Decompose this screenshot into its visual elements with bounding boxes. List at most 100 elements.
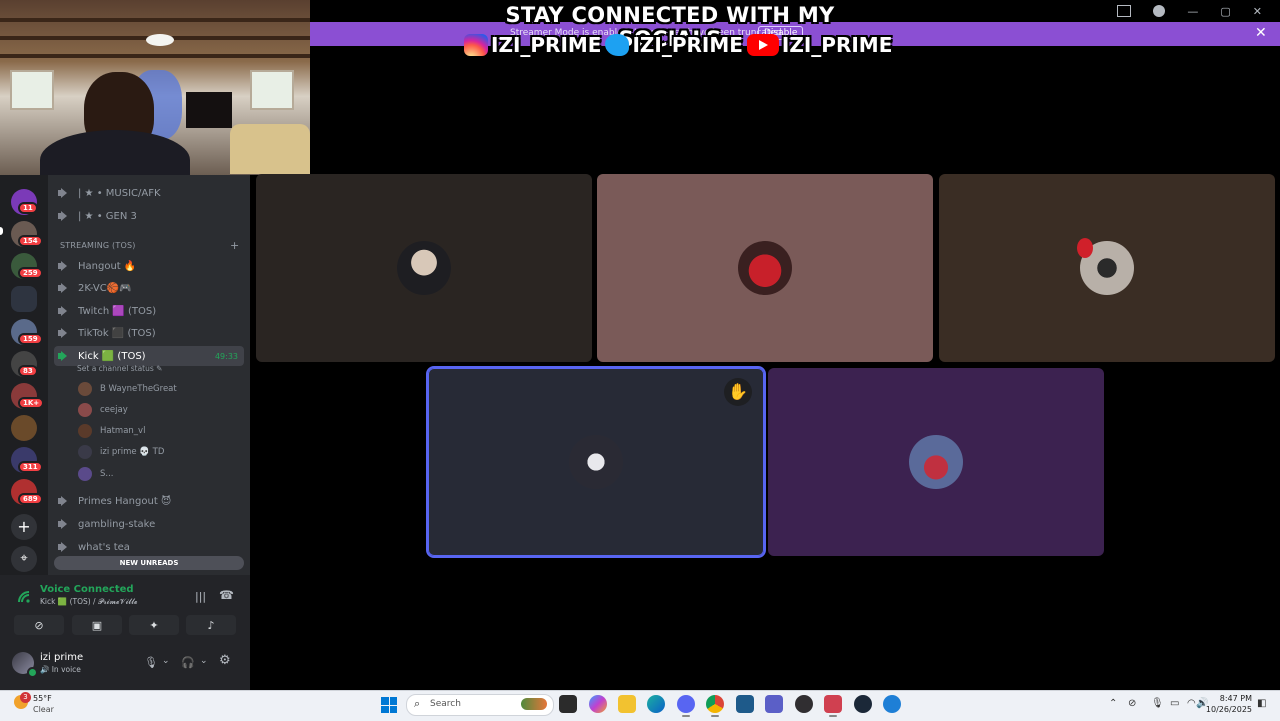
disconnect-icon[interactable]: ☎ — [219, 588, 234, 602]
display-icon[interactable]: ▭ — [1170, 698, 1179, 709]
activities-button[interactable]: ✦ — [129, 615, 179, 635]
avatar — [78, 382, 92, 396]
headset-icon[interactable]: 🎧 — [181, 656, 195, 669]
participant-tile[interactable] — [768, 368, 1104, 556]
channel-gambling-stake[interactable]: gambling-stake — [54, 514, 244, 534]
start-button[interactable] — [381, 697, 397, 713]
soundboard-button[interactable]: ♪ — [186, 615, 236, 635]
chevron-down-icon[interactable]: ⌄ — [200, 656, 208, 666]
youtube-icon — [746, 34, 779, 56]
new-unreads-button[interactable]: NEW UNREADS — [54, 556, 244, 570]
signal-icon[interactable] — [17, 590, 31, 604]
speaker-icon — [58, 283, 70, 293]
server-badge: 689 — [18, 493, 43, 505]
teams-icon[interactable] — [765, 695, 783, 713]
social-handle: IZI_PRIME — [632, 33, 743, 57]
channel-list: | ★ • MUSIC/AFK | ★ • GEN 3 STREAMING (T… — [48, 175, 250, 575]
edge-icon[interactable] — [647, 695, 665, 713]
social-youtube: IZI_PRIME — [746, 33, 892, 57]
voice-member[interactable]: Hatman_vl — [78, 422, 145, 440]
voice-member[interactable]: ceejay — [78, 401, 128, 419]
avatar — [78, 467, 92, 481]
social-handle: IZI_PRIME — [491, 33, 602, 57]
microphone-icon[interactable]: 🎙 — [1151, 698, 1164, 709]
help-icon[interactable] — [1153, 5, 1166, 17]
voice-connected-title[interactable]: Voice Connected — [40, 584, 134, 595]
channel-gen-3[interactable]: | ★ • GEN 3 — [54, 206, 244, 226]
voice-member[interactable]: S... — [78, 465, 114, 483]
app-icon[interactable] — [883, 695, 901, 713]
speaker-icon — [58, 188, 70, 198]
participant-tile-speaking[interactable] — [426, 366, 766, 558]
channel-music-afk[interactable]: | ★ • MUSIC/AFK — [54, 183, 244, 203]
task-view-icon[interactable] — [559, 695, 577, 713]
server-badge: 1K+ — [18, 397, 45, 409]
channel-hangout[interactable]: Hangout 🔥 — [54, 256, 244, 276]
speaker-icon — [58, 519, 70, 529]
chevron-up-icon[interactable]: ⌃ — [1109, 698, 1117, 709]
screen-icon[interactable] — [1117, 5, 1132, 17]
discord-icon[interactable] — [677, 695, 695, 713]
add-server-button[interactable]: + — [11, 514, 37, 540]
weather-description[interactable]: Clear — [33, 705, 54, 714]
search-label: Search — [430, 699, 461, 709]
screen-share-button[interactable]: ▣ — [72, 615, 122, 635]
avatar — [78, 424, 92, 438]
speaker-icon — [58, 306, 70, 316]
raised-hand-icon: ✋ — [724, 378, 752, 406]
chrome-icon[interactable] — [706, 695, 724, 713]
maximize-button[interactable]: ▢ — [1220, 5, 1230, 18]
notifications-icon[interactable]: ◧ — [1257, 698, 1266, 709]
channel-2k-vc[interactable]: 2K-VC🏀🎮 — [54, 278, 244, 298]
server-badge: 83 — [18, 365, 38, 377]
no-location-icon[interactable]: ⊘ — [1128, 698, 1136, 709]
window-controls: — ▢ ✕ — [1117, 0, 1280, 22]
folder-icon[interactable] — [11, 286, 37, 312]
participant-tile[interactable] — [939, 174, 1275, 362]
channel-tiktok[interactable]: TikTok ⬛ (TOS) — [54, 323, 244, 343]
speaker-icon — [58, 261, 70, 271]
close-window-button[interactable]: ✕ — [1253, 5, 1262, 18]
minimize-button[interactable]: — — [1187, 5, 1198, 18]
participant-tile[interactable] — [256, 174, 592, 362]
microphone-icon[interactable]: 🎙 — [144, 656, 158, 669]
chevron-down-icon[interactable]: ⌄ — [162, 656, 170, 666]
username[interactable]: izi prime — [40, 652, 83, 663]
server-badge: 159 — [18, 333, 43, 345]
server-icon[interactable] — [11, 415, 37, 441]
voice-member[interactable]: B WayneTheGreat — [78, 380, 177, 398]
camera-off-button[interactable]: ⊘ — [14, 615, 64, 635]
social-instagram: IZI_PRIME — [464, 33, 601, 57]
avatar — [909, 435, 963, 489]
search-highlight-art — [521, 698, 547, 710]
voice-member[interactable]: izi prime 💀 TD — [78, 443, 164, 461]
channel-whats-tea[interactable]: what's tea — [54, 537, 244, 557]
channel-twitch[interactable]: Twitch 🟪 (TOS) — [54, 301, 244, 321]
online-status-dot — [27, 667, 38, 678]
copilot-icon[interactable] — [589, 695, 607, 713]
channel-kick[interactable]: Kick 🟩 (TOS) 49:33 — [54, 346, 244, 366]
settings-icon[interactable]: ⚙ — [219, 653, 231, 668]
channel-primes-hangout[interactable]: Primes Hangout 😈 — [54, 491, 244, 511]
voice-channel-path[interactable]: Kick 🟩 (TOS) / 𝓟𝓻𝓲𝓶𝓮𝓥𝓲𝓵𝓵𝓮 — [40, 597, 137, 607]
file-explorer-icon[interactable] — [618, 695, 636, 713]
close-icon[interactable]: ✕ — [1255, 25, 1267, 41]
add-channel-icon[interactable]: + — [230, 239, 239, 252]
channel-status[interactable]: Set a channel status ✎ — [77, 364, 162, 373]
avatar — [738, 241, 792, 295]
network-icon[interactable]: ◠ — [1187, 698, 1196, 709]
taskbar — [0, 690, 1280, 721]
discover-icon[interactable]: ⌖ — [11, 546, 37, 572]
socials-row: IZI_PRIME IZI_PRIME IZI_PRIME — [464, 32, 892, 58]
calculator-icon[interactable] — [736, 695, 754, 713]
clock-time[interactable]: 8:47 PM — [1210, 694, 1252, 703]
terminal-icon[interactable] — [824, 695, 842, 713]
obs-icon[interactable] — [795, 695, 813, 713]
category-streaming[interactable]: STREAMING (TOS) — [60, 241, 136, 250]
noise-suppression-icon[interactable]: ||| — [195, 590, 206, 603]
participant-tile[interactable] — [597, 174, 933, 362]
clock-date[interactable]: 10/26/2025 — [1200, 705, 1252, 714]
speaker-icon — [58, 351, 70, 361]
weather-temperature[interactable]: 55°F — [33, 694, 52, 703]
steam-icon[interactable] — [854, 695, 872, 713]
